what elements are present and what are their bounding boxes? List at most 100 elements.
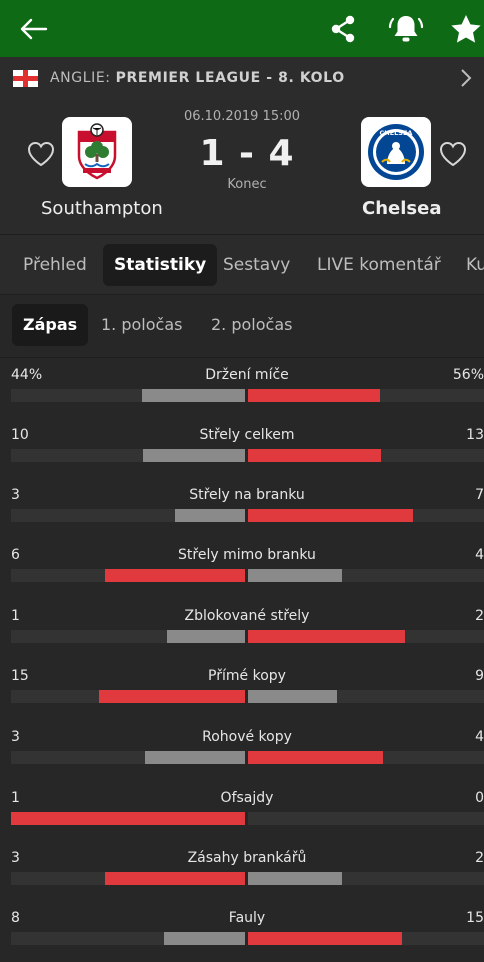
stat-home-track — [11, 872, 245, 885]
stat-row: 3 Střely na branku 7 — [0, 479, 484, 539]
tab-kurzy[interactable]: Ku — [466, 244, 484, 286]
stat-home-track — [11, 449, 245, 462]
league-label: ANGLIE: PREMIER LEAGUE - 8. KOLO — [50, 70, 345, 86]
stat-home-bar — [104, 569, 245, 582]
chevron-right-icon — [461, 69, 472, 87]
tab-sestavy[interactable]: Sestavy — [223, 244, 290, 286]
stat-away-value: 0 — [475, 790, 484, 806]
stat-away-value: 4 — [475, 729, 484, 745]
stat-home-bar — [98, 690, 245, 703]
stat-away-bar — [248, 449, 382, 462]
england-flag-icon — [13, 69, 38, 87]
stat-name: Zásahy brankářů — [187, 850, 307, 866]
league-country: ANGLIE: — [50, 70, 111, 86]
tab-statistiky[interactable]: Statistiky — [103, 244, 218, 286]
stat-home-track — [11, 569, 245, 582]
share-icon — [331, 15, 355, 42]
stat-name: Přímé kopy — [208, 668, 286, 684]
stat-away-track — [248, 449, 484, 462]
chelsea-crest-icon: CHELSEA — [368, 124, 424, 180]
away-team-name[interactable]: Chelsea — [362, 198, 441, 219]
tab-prehled[interactable]: Přehled — [23, 244, 87, 286]
stat-home-track — [11, 509, 245, 522]
bell-icon — [388, 15, 424, 41]
stat-row: 3 Zásahy brankářů 2 — [0, 842, 484, 902]
stat-away-value: 2 — [475, 608, 484, 624]
stat-away-track — [248, 932, 484, 945]
stat-home-bar — [104, 872, 245, 885]
stat-row: 6 Střely mimo branku 4 — [0, 539, 484, 599]
stat-away-track — [248, 630, 484, 643]
period-tabs: Zápas 1. poločas 2. poločas — [0, 294, 484, 358]
away-team-logo[interactable]: CHELSEA — [361, 117, 431, 187]
stat-away-bar — [248, 751, 383, 764]
stat-away-bar — [248, 932, 402, 945]
notifications-button[interactable] — [384, 0, 428, 57]
stat-away-track — [248, 751, 484, 764]
stat-away-bar — [248, 690, 337, 703]
stat-home-bar — [174, 509, 245, 522]
home-team-name[interactable]: Southampton — [41, 198, 163, 219]
stat-away-value: 4 — [475, 547, 484, 563]
stat-home-track — [11, 812, 245, 825]
app-bar — [0, 0, 484, 57]
stat-name: Držení míče — [205, 367, 289, 383]
stat-row: 1 Ofsajdy 0 — [0, 782, 484, 842]
stat-home-track — [11, 630, 245, 643]
tab-live-komentar[interactable]: LIVE komentář — [317, 244, 441, 286]
svg-text:CHELSEA: CHELSEA — [380, 129, 413, 137]
stat-away-track — [248, 690, 484, 703]
stat-home-bar — [11, 812, 245, 825]
stat-away-bar — [248, 872, 343, 885]
stat-away-bar — [248, 509, 414, 522]
stat-home-bar — [142, 389, 245, 402]
stat-row: 10 Střely celkem 13 — [0, 419, 484, 479]
star-icon — [451, 14, 481, 43]
stat-away-value: 13 — [466, 427, 484, 443]
stat-home-track — [11, 932, 245, 945]
stat-away-value: 15 — [466, 910, 484, 926]
stat-away-track — [248, 389, 484, 402]
period-tab-second-half[interactable]: 2. poločas — [211, 304, 292, 346]
stat-row: 44% Držení míče 56% — [0, 359, 484, 419]
stat-name: Fauly — [228, 910, 266, 926]
stat-away-bar — [248, 389, 381, 402]
arrow-left-icon — [20, 18, 48, 39]
stat-name: Střely celkem — [199, 427, 295, 443]
stat-home-bar — [143, 449, 245, 462]
stat-away-bar — [248, 630, 406, 643]
stat-home-bar — [163, 932, 245, 945]
stat-home-bar — [167, 630, 245, 643]
stat-away-track — [248, 812, 484, 825]
stat-name: Střely na branku — [189, 487, 305, 503]
period-tab-zapas[interactable]: Zápas — [12, 304, 89, 346]
stat-name: Ofsajdy — [220, 790, 274, 806]
stat-name: Zblokované střely — [184, 608, 310, 624]
stat-away-value: 2 — [475, 850, 484, 866]
stat-away-track — [248, 872, 484, 885]
period-tab-first-half[interactable]: 1. poločas — [101, 304, 182, 346]
favorite-away-heart-icon[interactable] — [439, 141, 467, 167]
share-button[interactable] — [322, 0, 364, 57]
league-competition: PREMIER LEAGUE - 8. KOLO — [115, 70, 345, 86]
stat-home-bar — [144, 751, 245, 764]
league-row[interactable]: ANGLIE: PREMIER LEAGUE - 8. KOLO — [0, 57, 484, 99]
stat-away-value: 7 — [475, 487, 484, 503]
stat-away-value: 9 — [475, 668, 484, 684]
stat-row: 15 Přímé kopy 9 — [0, 660, 484, 720]
stat-home-track — [11, 690, 245, 703]
back-button[interactable] — [8, 0, 58, 57]
stat-row: 3 Rohové kopy 4 — [0, 721, 484, 781]
stat-name: Rohové kopy — [202, 729, 292, 745]
stat-row: 8 Fauly 15 — [0, 902, 484, 962]
match-tabs: Přehled Statistiky Sestavy LIVE komentář… — [0, 234, 484, 295]
match-header: Southampton 06.10.2019 15:00 1 - 4 Konec… — [0, 99, 484, 234]
favorite-button[interactable] — [446, 0, 484, 57]
stat-away-track — [248, 569, 484, 582]
stat-name: Střely mimo branku — [178, 547, 316, 563]
stat-away-bar — [248, 569, 343, 582]
stat-home-track — [11, 751, 245, 764]
stat-away-track — [248, 509, 484, 522]
stat-home-track — [11, 389, 245, 402]
stat-row: 1 Zblokované střely 2 — [0, 600, 484, 660]
